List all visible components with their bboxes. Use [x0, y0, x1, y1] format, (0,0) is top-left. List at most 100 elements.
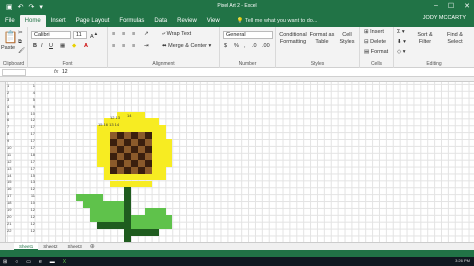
delete-cells-button[interactable]: ⊟ Delete: [364, 39, 386, 45]
windows-start-icon[interactable]: ⊞: [3, 259, 7, 265]
search-icon[interactable]: ○: [15, 259, 18, 265]
sheet-tab[interactable]: Sheet1: [14, 243, 39, 250]
center-pixel: [117, 132, 125, 140]
number-format-box[interactable]: General: [223, 31, 273, 39]
row-value: 17 11: [7, 193, 35, 200]
styles-label: Styles: [310, 61, 325, 67]
autosum-icon[interactable]: Σ ▾: [397, 29, 405, 35]
tab-home[interactable]: Home: [19, 15, 46, 27]
center-pixel: [124, 159, 132, 167]
row-count: 15: [30, 172, 35, 178]
column-headers[interactable]: [0, 77, 474, 82]
bold-button[interactable]: B: [33, 43, 37, 49]
underline-button[interactable]: U: [49, 43, 53, 49]
orientation-icon[interactable]: ↗: [144, 31, 149, 37]
insert-cells-button[interactable]: ⊞ Insert: [364, 29, 384, 35]
leaf-pixel: [82, 201, 125, 209]
petal-pixel: [110, 180, 152, 188]
cell-label: 14: [127, 113, 132, 118]
fx-icon[interactable]: fx: [54, 69, 58, 75]
align-right-icon[interactable]: ≡: [132, 43, 135, 49]
minimize-icon[interactable]: –: [434, 2, 438, 10]
format-cells-button[interactable]: ▤ Format: [364, 49, 388, 55]
wrap-text-button[interactable]: ⤶ Wrap Text: [162, 31, 191, 38]
format-icon: ▤: [364, 49, 370, 55]
tab-view[interactable]: View: [202, 15, 225, 27]
tab-insert[interactable]: Insert: [46, 15, 71, 27]
center-pixel: [131, 152, 138, 160]
row-index: 13: [7, 165, 12, 171]
paste-button[interactable]: Paste: [1, 45, 15, 51]
font-color-icon[interactable]: A: [84, 43, 88, 49]
comma-button[interactable]: ,: [244, 43, 246, 49]
align-left-icon[interactable]: ≡: [112, 43, 115, 49]
center-pixel: [124, 139, 132, 146]
cut-icon[interactable]: ✂: [18, 30, 23, 36]
decrease-decimal-icon[interactable]: .00: [262, 43, 270, 49]
tab-file[interactable]: File: [0, 15, 20, 27]
center-pixel: [131, 139, 138, 146]
format-as-table-button[interactable]: Format as Table: [309, 32, 335, 46]
sheet-tab[interactable]: Sheet3: [63, 243, 87, 250]
worksheet-grid[interactable]: 1 1 2 4 3 5 4 9 5 10 6 12 7 17 8 17 9 17 10 17 11 18 12 17 13 17 1…: [0, 77, 474, 242]
user-name[interactable]: JODY MCCARTY: [423, 15, 466, 21]
find-select-button[interactable]: Find & Select: [440, 32, 470, 46]
format-painter-icon[interactable]: 🖌: [18, 48, 25, 54]
formula-input[interactable]: 12: [62, 69, 68, 75]
task-view-icon[interactable]: ▭: [26, 259, 31, 265]
row-value: 20 12: [7, 214, 35, 221]
percent-button[interactable]: %: [234, 43, 239, 49]
paste-icon[interactable]: 📋: [3, 30, 18, 44]
tell-me-search[interactable]: 💡 Tell me what you want to do...: [237, 15, 318, 27]
row-value: 35: [7, 97, 35, 104]
center-pixel: [144, 146, 152, 153]
center-pixel: [117, 152, 125, 160]
font-name-box[interactable]: Calibri: [31, 31, 71, 39]
align-center-icon[interactable]: ≡: [122, 43, 125, 49]
row-count: 12: [30, 227, 35, 233]
copy-icon[interactable]: ⧉: [18, 39, 22, 46]
fill-color-icon[interactable]: ◆: [72, 43, 76, 49]
tab-page-layout[interactable]: Page Layout: [71, 15, 115, 27]
excel-icon[interactable]: X: [63, 259, 66, 265]
borders-icon[interactable]: ▦: [60, 43, 65, 49]
tab-review[interactable]: Review: [172, 15, 202, 27]
merge-icon: ⬌: [162, 43, 167, 49]
clear-icon[interactable]: ◇ ▾: [397, 49, 406, 55]
clock: 3:26 PM: [455, 258, 470, 263]
grow-font-icon[interactable]: A▲: [90, 31, 98, 40]
conditional-formatting-button[interactable]: Conditional Formatting: [279, 32, 307, 46]
cell-styles-button[interactable]: Cell Styles: [337, 32, 357, 46]
currency-button[interactable]: $: [224, 43, 227, 49]
row-headers[interactable]: [0, 82, 6, 242]
top-align-icon[interactable]: ≡: [112, 31, 115, 37]
row-number-list: 1 1 2 4 3 5 4 9 5 10 6 12 7 17 8 17 9 17 10 17 11 18 12 17 13 17 1…: [7, 83, 35, 235]
font-size-box[interactable]: 11: [73, 31, 87, 39]
sheet-tabs: Sheet1 Sheet2 Sheet3 ⊕: [0, 242, 474, 250]
fill-icon[interactable]: ⬇ ▾: [397, 39, 406, 45]
row-count: 17: [30, 138, 35, 144]
name-box[interactable]: [2, 69, 26, 76]
sheet-tab[interactable]: Sheet2: [38, 243, 62, 250]
editing-group: Σ ▾ ⬇ ▾ ◇ ▾ Sort & Filter Find & Select …: [394, 27, 474, 68]
center-pixel: [124, 146, 132, 153]
sort-filter-button[interactable]: Sort & Filter: [412, 32, 438, 46]
merge-center-button[interactable]: ⬌ Merge & Center ▾: [162, 43, 211, 49]
tab-formulas[interactable]: Formulas: [114, 15, 149, 27]
bottom-align-icon[interactable]: ≡: [132, 31, 135, 37]
maximize-icon[interactable]: ☐: [448, 2, 454, 10]
center-pixel: [124, 132, 132, 140]
row-count: 12: [30, 186, 35, 192]
tab-data[interactable]: Data: [149, 15, 172, 27]
row-value: 7 17: [7, 124, 35, 131]
center-pixel: [124, 166, 132, 174]
add-sheet-icon[interactable]: ⊕: [87, 243, 95, 250]
browser-icon[interactable]: e: [39, 259, 42, 265]
editing-label: Editing: [426, 61, 442, 67]
explorer-icon[interactable]: ▬: [50, 259, 55, 265]
indent-icon[interactable]: ⇥: [144, 43, 149, 49]
middle-align-icon[interactable]: ≡: [122, 31, 125, 37]
increase-decimal-icon[interactable]: .0: [252, 43, 257, 49]
italic-button[interactable]: I: [41, 43, 43, 49]
close-icon[interactable]: ✕: [464, 2, 470, 10]
